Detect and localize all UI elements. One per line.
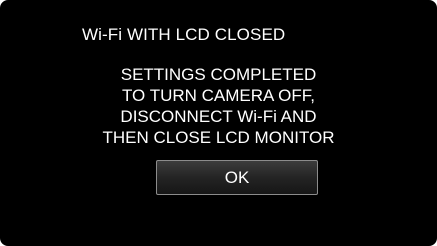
message-line: DISCONNECT Wi-Fi AND (120, 107, 317, 126)
message-line: SETTINGS COMPLETED (120, 65, 317, 84)
dialog-message: SETTINGS COMPLETED TO TURN CAMERA OFF, D… (0, 64, 437, 148)
message-line: THEN CLOSE LCD MONITOR (102, 128, 335, 147)
dialog-title: Wi-Fi WITH LCD CLOSED (82, 25, 286, 44)
message-line: TO TURN CAMERA OFF, (121, 86, 315, 105)
camera-lcd-screen: Wi-Fi WITH LCD CLOSED SETTINGS COMPLETED… (0, 0, 437, 246)
ok-button-label: OK (224, 167, 250, 187)
ok-button[interactable]: OK (156, 160, 318, 195)
